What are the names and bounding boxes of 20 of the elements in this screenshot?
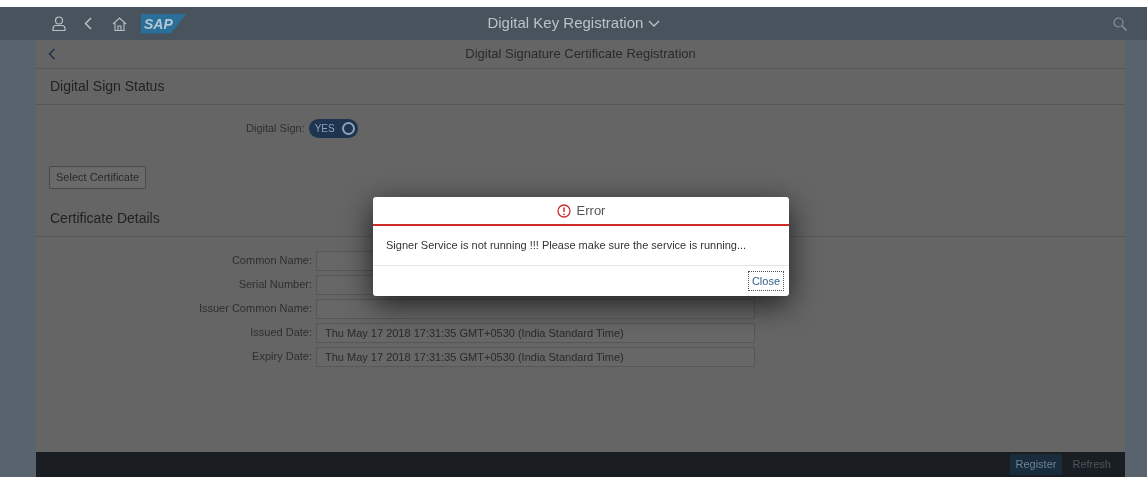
error-message: Signer Service is not running !!! Please make sure the service is running... bbox=[373, 226, 789, 266]
page-title: Digital Signature Certificate Registration bbox=[465, 45, 696, 64]
home-icon[interactable] bbox=[112, 16, 127, 31]
section-heading: Digital Sign Status bbox=[36, 69, 1125, 105]
text-field[interactable]: Thu May 17 2018 17:31:35 GMT+0530 (India Standard Time) bbox=[316, 346, 755, 367]
text-field[interactable]: Thu May 17 2018 17:31:35 GMT+0530 (India Standard Time) bbox=[316, 322, 755, 343]
logo[interactable]: SAP bbox=[141, 13, 187, 34]
dialog-title: Error bbox=[576, 201, 606, 220]
text-field[interactable] bbox=[316, 298, 755, 319]
error-icon bbox=[556, 203, 571, 218]
search-icon[interactable] bbox=[1113, 17, 1127, 32]
select-certificate-button[interactable]: Select Certificate bbox=[49, 166, 147, 189]
refresh-button[interactable]: Refresh bbox=[1066, 454, 1117, 475]
chevron-down-icon[interactable] bbox=[647, 20, 660, 29]
register-button[interactable]: Register bbox=[1009, 454, 1063, 475]
app-title-menu[interactable]: Digital Key Registration bbox=[487, 14, 660, 32]
back-icon[interactable] bbox=[84, 17, 92, 30]
toggle-switch[interactable]: YES bbox=[308, 119, 358, 138]
user-icon[interactable] bbox=[52, 16, 66, 31]
close-button[interactable]: Close bbox=[747, 270, 784, 291]
